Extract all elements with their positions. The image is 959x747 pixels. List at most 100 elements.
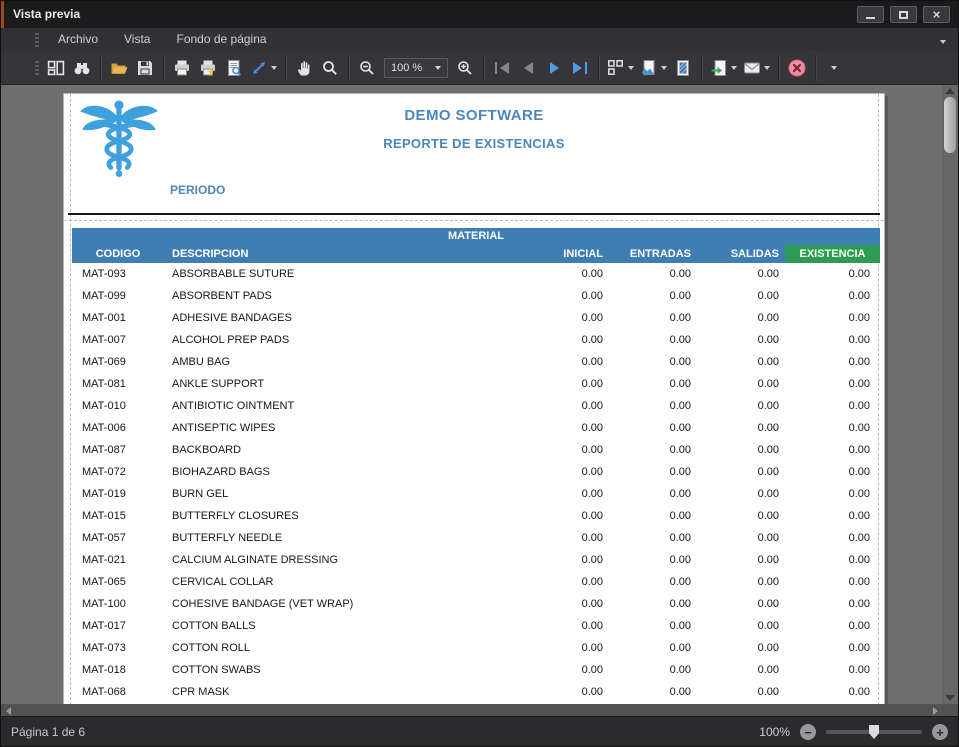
- zoom-in-circle-button[interactable]: +: [932, 724, 948, 740]
- open-button[interactable]: [106, 55, 132, 81]
- maximize-icon: [899, 11, 908, 19]
- vertical-scrollbar[interactable]: [942, 85, 958, 704]
- vertical-scrollbar-thumb[interactable]: [944, 97, 956, 153]
- hand-tool-button[interactable]: [291, 55, 317, 81]
- cell-value: 0.00: [609, 290, 697, 302]
- cell-value: 0.00: [521, 576, 609, 588]
- cell-value: 0.00: [785, 620, 880, 632]
- chevron-down-icon: [271, 66, 277, 70]
- export-button[interactable]: [707, 55, 740, 81]
- cell-value: 0.00: [521, 378, 609, 390]
- first-page-button[interactable]: [489, 55, 515, 81]
- multi-page-view-button[interactable]: [604, 55, 637, 81]
- cell-value: 0.00: [609, 642, 697, 654]
- cell-code: MAT-087: [72, 444, 164, 456]
- cell-value: 0.00: [521, 312, 609, 324]
- column-header-salidas: SALIDAS: [697, 248, 785, 260]
- cell-description: ADHESIVE BANDAGES: [164, 312, 521, 324]
- scroll-down-icon[interactable]: [945, 695, 955, 701]
- print-button[interactable]: [169, 55, 195, 81]
- watermark-button[interactable]: [670, 55, 696, 81]
- cell-value: 0.00: [521, 620, 609, 632]
- cell-value: 0.00: [609, 444, 697, 456]
- horizontal-scrollbar[interactable]: [1, 704, 958, 716]
- cell-description: CPR MASK: [164, 686, 521, 698]
- close-preview-button[interactable]: [784, 55, 810, 81]
- cell-value: 0.00: [609, 488, 697, 500]
- quick-print-button[interactable]: [195, 55, 221, 81]
- scroll-right-icon[interactable]: [933, 707, 938, 715]
- cell-value: 0.00: [609, 268, 697, 280]
- cell-code: MAT-006: [72, 422, 164, 434]
- menu-overflow-button[interactable]: [940, 33, 946, 47]
- header-rule: [68, 213, 880, 215]
- cell-value: 0.00: [785, 334, 880, 346]
- page-color-button[interactable]: [637, 55, 670, 81]
- table-row: MAT-001ADHESIVE BANDAGES0.000.000.000.00: [72, 307, 880, 329]
- find-button[interactable]: [69, 55, 95, 81]
- cell-description: ALCOHOL PREP PADS: [164, 334, 521, 346]
- page-setup-button[interactable]: [221, 55, 247, 81]
- cell-value: 0.00: [521, 642, 609, 654]
- zoom-in-button[interactable]: [452, 55, 478, 81]
- cell-value: 0.00: [785, 576, 880, 588]
- close-button[interactable]: ×: [923, 6, 950, 23]
- toolbar-separator: [815, 55, 816, 81]
- zoom-slider[interactable]: [826, 730, 922, 734]
- zoom-slider-thumb[interactable]: [869, 725, 879, 739]
- zoom-tool-button[interactable]: [317, 55, 343, 81]
- menu-grip[interactable]: [35, 33, 39, 47]
- cell-value: 0.00: [785, 488, 880, 500]
- previous-page-button[interactable]: [515, 55, 541, 81]
- cell-code: MAT-093: [72, 268, 164, 280]
- scroll-left-icon[interactable]: [6, 707, 11, 715]
- last-page-button[interactable]: [567, 55, 593, 81]
- menu-archivo[interactable]: Archivo: [45, 28, 111, 51]
- cell-value: 0.00: [785, 532, 880, 544]
- panels-button[interactable]: [43, 55, 69, 81]
- cell-code: MAT-068: [72, 686, 164, 698]
- cell-value: 0.00: [609, 334, 697, 346]
- cell-value: 0.00: [697, 444, 785, 456]
- cell-value: 0.00: [609, 598, 697, 610]
- maximize-button[interactable]: [890, 6, 917, 23]
- cell-description: COTTON SWABS: [164, 664, 521, 676]
- cell-code: MAT-018: [72, 664, 164, 676]
- close-icon: ×: [933, 8, 941, 21]
- table-row: MAT-093ABSORBABLE SUTURE0.000.000.000.00: [72, 263, 880, 285]
- scale-button[interactable]: [247, 55, 280, 81]
- cell-value: 0.00: [697, 664, 785, 676]
- chevron-down-icon: [764, 66, 770, 70]
- cell-value: 0.00: [697, 642, 785, 654]
- cell-description: BIOHAZARD BAGS: [164, 466, 521, 478]
- menu-fondo-de-pagina[interactable]: Fondo de página: [163, 28, 279, 51]
- column-header-entradas: ENTRADAS: [609, 248, 697, 260]
- page-margin-guide: [64, 220, 884, 221]
- cell-value: 0.00: [785, 686, 880, 698]
- cell-code: MAT-021: [72, 554, 164, 566]
- email-button[interactable]: [740, 55, 773, 81]
- cell-value: 0.00: [609, 356, 697, 368]
- next-page-button[interactable]: [541, 55, 567, 81]
- close-circle-icon: [787, 58, 807, 78]
- cell-description: BUTTERFLY CLOSURES: [164, 510, 521, 522]
- window-accent-strip: [1, 1, 4, 28]
- menu-vista[interactable]: Vista: [111, 28, 163, 51]
- table-row: MAT-072BIOHAZARD BAGS0.000.000.000.00: [72, 461, 880, 483]
- zoom-out-button[interactable]: [354, 55, 380, 81]
- cell-value: 0.00: [609, 664, 697, 676]
- scroll-up-icon[interactable]: [945, 88, 955, 94]
- cell-value: 0.00: [521, 554, 609, 566]
- cell-value: 0.00: [785, 400, 880, 412]
- window-title: Vista previa: [13, 7, 80, 21]
- toolbar-grip[interactable]: [35, 61, 39, 75]
- cell-value: 0.00: [785, 554, 880, 566]
- zoom-out-circle-button[interactable]: −: [800, 724, 816, 740]
- save-button[interactable]: [132, 55, 158, 81]
- toolbar-overflow-button[interactable]: [821, 55, 847, 81]
- cell-value: 0.00: [697, 378, 785, 390]
- cell-value: 0.00: [785, 444, 880, 456]
- minimize-button[interactable]: [857, 6, 884, 23]
- cell-description: COHESIVE BANDAGE (VET WRAP): [164, 598, 521, 610]
- zoom-combo[interactable]: 100 %: [384, 58, 448, 78]
